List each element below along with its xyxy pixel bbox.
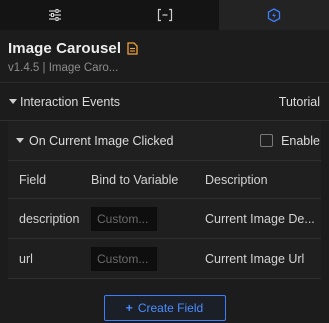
document-icon[interactable] — [127, 41, 138, 55]
variable-input[interactable] — [91, 246, 157, 271]
caret-down-icon — [9, 99, 17, 104]
component-header: Image Carousel v1.4.5 | Image Caro... — [0, 30, 329, 83]
tab-properties[interactable] — [0, 0, 110, 30]
enable-label: Enable — [281, 133, 320, 148]
section-label: Interaction Events — [20, 94, 121, 109]
field-table: Field Bind to Variable Description descr… — [8, 161, 321, 279]
field-description: Current Image De... — [205, 211, 315, 226]
bracket-minus-icon — [157, 8, 173, 22]
tutorial-link[interactable]: Tutorial — [279, 95, 320, 109]
field-description: Current Image Url — [205, 251, 305, 266]
event-label: On Current Image Clicked — [29, 133, 174, 148]
table-row: description Current Image De... — [8, 199, 321, 239]
header-description: Description — [205, 172, 268, 187]
create-field-label: Create Field — [137, 301, 204, 315]
header-field: Field — [19, 172, 47, 187]
table-row: url Current Image Url — [8, 239, 321, 279]
component-version: v1.4.5 | Image Caro... — [8, 62, 119, 74]
event-header: On Current Image Clicked Enable — [8, 121, 321, 161]
field-name: url — [19, 251, 33, 266]
interaction-events-section: Interaction Events Tutorial — [0, 83, 329, 121]
event-settings-panel: Image Carousel v1.4.5 | Image Caro... In… — [0, 0, 329, 323]
sliders-icon — [48, 8, 62, 22]
interaction-events-toggle[interactable]: Interaction Events — [9, 95, 120, 109]
plus-icon: + — [125, 301, 133, 315]
caret-down-icon — [16, 138, 24, 143]
tab-layout[interactable] — [110, 0, 220, 30]
enable-control: Enable — [260, 134, 320, 148]
event-bolt-icon — [267, 7, 281, 23]
variable-input[interactable] — [91, 206, 157, 231]
event-card: On Current Image Clicked Enable Field Bi… — [8, 121, 321, 279]
component-title: Image Carousel — [8, 39, 122, 57]
event-toggle[interactable]: On Current Image Clicked — [16, 134, 174, 148]
header-bind-variable: Bind to Variable — [91, 172, 179, 187]
tab-events[interactable] — [219, 0, 329, 30]
create-field-button[interactable]: + Create Field — [103, 295, 226, 321]
field-name: description — [19, 211, 80, 226]
panel-tab-bar — [0, 0, 329, 30]
enable-checkbox[interactable] — [260, 134, 274, 147]
table-header: Field Bind to Variable Description — [8, 161, 321, 199]
